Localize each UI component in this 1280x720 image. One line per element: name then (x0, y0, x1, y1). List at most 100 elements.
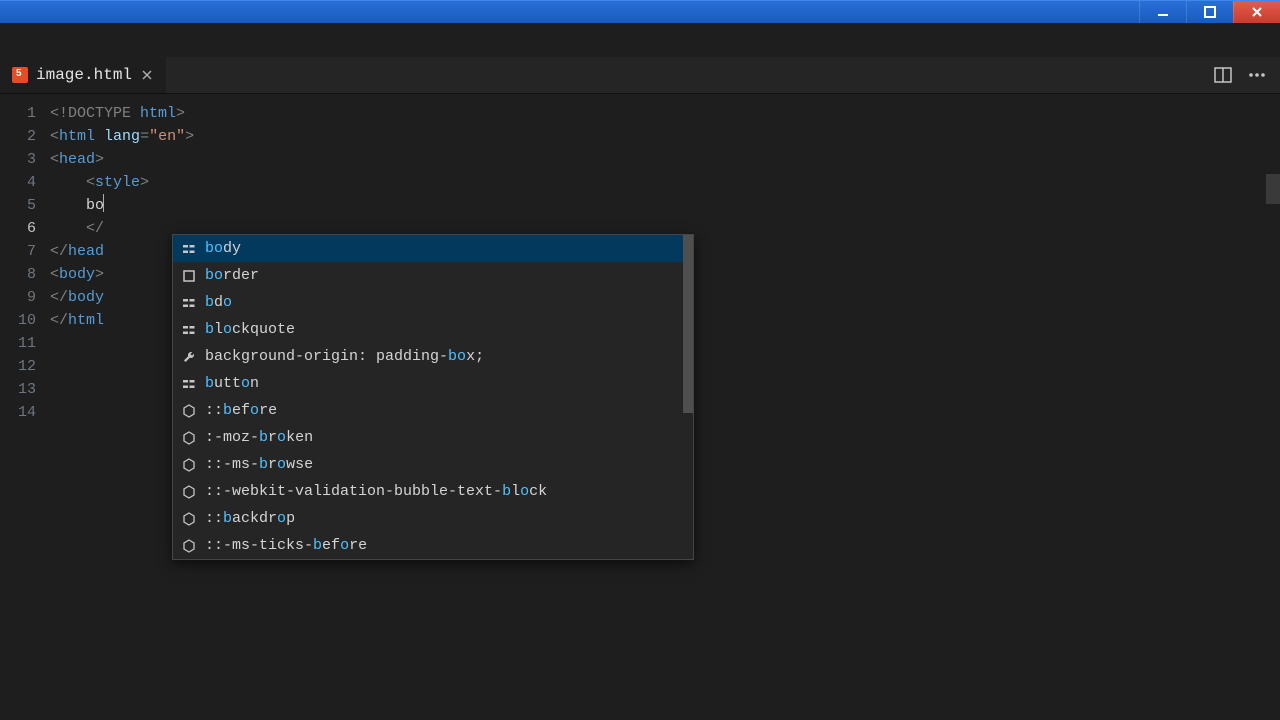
editor[interactable]: 1234567891011121314 <!DOCTYPE html> <htm… (0, 94, 1280, 720)
hex-icon (181, 457, 197, 473)
suggest-item[interactable]: ::-ms-browse (173, 451, 693, 478)
snippet-icon (181, 241, 197, 257)
code-text: body (59, 266, 95, 283)
scrollbar-thumb[interactable] (1266, 174, 1280, 204)
line-number: 12 (0, 355, 50, 378)
suggest-label: body (205, 237, 241, 260)
code-text: html (140, 105, 176, 122)
line-number: 2 (0, 125, 50, 148)
line-number: 6 (0, 217, 50, 240)
code-text: > (95, 266, 104, 283)
window-minimize-button[interactable] (1139, 1, 1186, 23)
suggest-label: background-origin: padding-box; (205, 345, 484, 368)
code-text: body (68, 289, 104, 306)
tab-bar: image.html (0, 57, 1280, 94)
code-text (95, 128, 104, 145)
code-text: head (59, 151, 95, 168)
wrench-icon (181, 349, 197, 365)
code-text: > (95, 151, 104, 168)
more-actions-icon[interactable] (1248, 66, 1266, 84)
code-text: </ (50, 312, 68, 329)
suggest-item[interactable]: background-origin: padding-box; (173, 343, 693, 370)
html5-icon (12, 67, 28, 83)
code-text: < (50, 128, 59, 145)
snippet-icon (181, 295, 197, 311)
hex-icon (181, 484, 197, 500)
line-number: 1 (0, 102, 50, 125)
code-text (50, 197, 86, 214)
line-number: 13 (0, 378, 50, 401)
line-number: 7 (0, 240, 50, 263)
suggest-label: bdo (205, 291, 232, 314)
code-text: </ (50, 289, 68, 306)
code-text: lang (104, 128, 140, 145)
suggest-item[interactable]: ::-webkit-validation-bubble-text-block (173, 478, 693, 505)
suggest-item[interactable]: button (173, 370, 693, 397)
suggest-item[interactable]: :-moz-broken (173, 424, 693, 451)
snippet-icon (181, 376, 197, 392)
menubar-area (0, 23, 1280, 57)
code-area[interactable]: <!DOCTYPE html> <html lang="en"> <head> … (50, 94, 1280, 720)
scrollbar[interactable] (683, 235, 693, 413)
code-text: html (59, 128, 95, 145)
close-icon[interactable] (140, 68, 154, 82)
suggest-label: blockquote (205, 318, 295, 341)
line-number: 3 (0, 148, 50, 171)
code-text: </ (86, 220, 104, 237)
suggest-item[interactable]: border (173, 262, 693, 289)
hex-icon (181, 403, 197, 419)
suggest-label: ::before (205, 399, 277, 422)
typed-text: bo (86, 197, 104, 214)
suggest-item[interactable]: bdo (173, 289, 693, 316)
code-text: < (50, 266, 59, 283)
line-number: 9 (0, 286, 50, 309)
line-gutter: 1234567891011121314 (0, 94, 50, 720)
code-text: > (176, 105, 185, 122)
code-text: <!DOCTYPE (50, 105, 140, 122)
code-text: < (50, 151, 59, 168)
suggest-label: ::-webkit-validation-bubble-text-block (205, 480, 547, 503)
suggest-item[interactable]: ::before (173, 397, 693, 424)
hex-icon (181, 538, 197, 554)
suggest-item[interactable]: ::-ms-ticks-before (173, 532, 693, 559)
suggest-label: ::-ms-browse (205, 453, 313, 476)
suggest-item[interactable]: blockquote (173, 316, 693, 343)
tabs: image.html (0, 57, 167, 93)
window-close-button[interactable] (1233, 1, 1280, 23)
code-text: html (68, 312, 104, 329)
text-cursor (103, 194, 104, 212)
suggest-label: :-moz-broken (205, 426, 313, 449)
code-text: > (185, 128, 194, 145)
line-number: 5 (0, 194, 50, 217)
editor-scrollbar[interactable] (1266, 94, 1280, 720)
suggest-item[interactable]: ::backdrop (173, 505, 693, 532)
code-text: style (95, 174, 140, 191)
suggest-label: border (205, 264, 259, 287)
suggest-label: ::backdrop (205, 507, 295, 530)
code-text: < (86, 174, 95, 191)
code-text: head (68, 243, 104, 260)
line-number: 11 (0, 332, 50, 355)
line-number: 8 (0, 263, 50, 286)
suggest-label: ::-ms-ticks-before (205, 534, 367, 557)
code-text (50, 220, 86, 237)
suggest-item[interactable]: body (173, 235, 693, 262)
autocomplete-popup[interactable]: body border bdo blockquote background-origin… (172, 234, 694, 560)
code-text: = (140, 128, 149, 145)
tab-filename: image.html (36, 66, 132, 84)
snippet-icon (181, 322, 197, 338)
split-editor-icon[interactable] (1214, 66, 1232, 84)
window-titlebar (0, 0, 1280, 23)
editor-tab[interactable]: image.html (0, 57, 167, 93)
suggest-label: button (205, 372, 259, 395)
window-maximize-button[interactable] (1186, 1, 1233, 23)
code-text: > (140, 174, 149, 191)
line-number: 4 (0, 171, 50, 194)
line-number: 10 (0, 309, 50, 332)
hex-icon (181, 511, 197, 527)
code-text: "en" (149, 128, 185, 145)
line-number: 14 (0, 401, 50, 424)
square-icon (181, 268, 197, 284)
code-text: </ (50, 243, 68, 260)
hex-icon (181, 430, 197, 446)
